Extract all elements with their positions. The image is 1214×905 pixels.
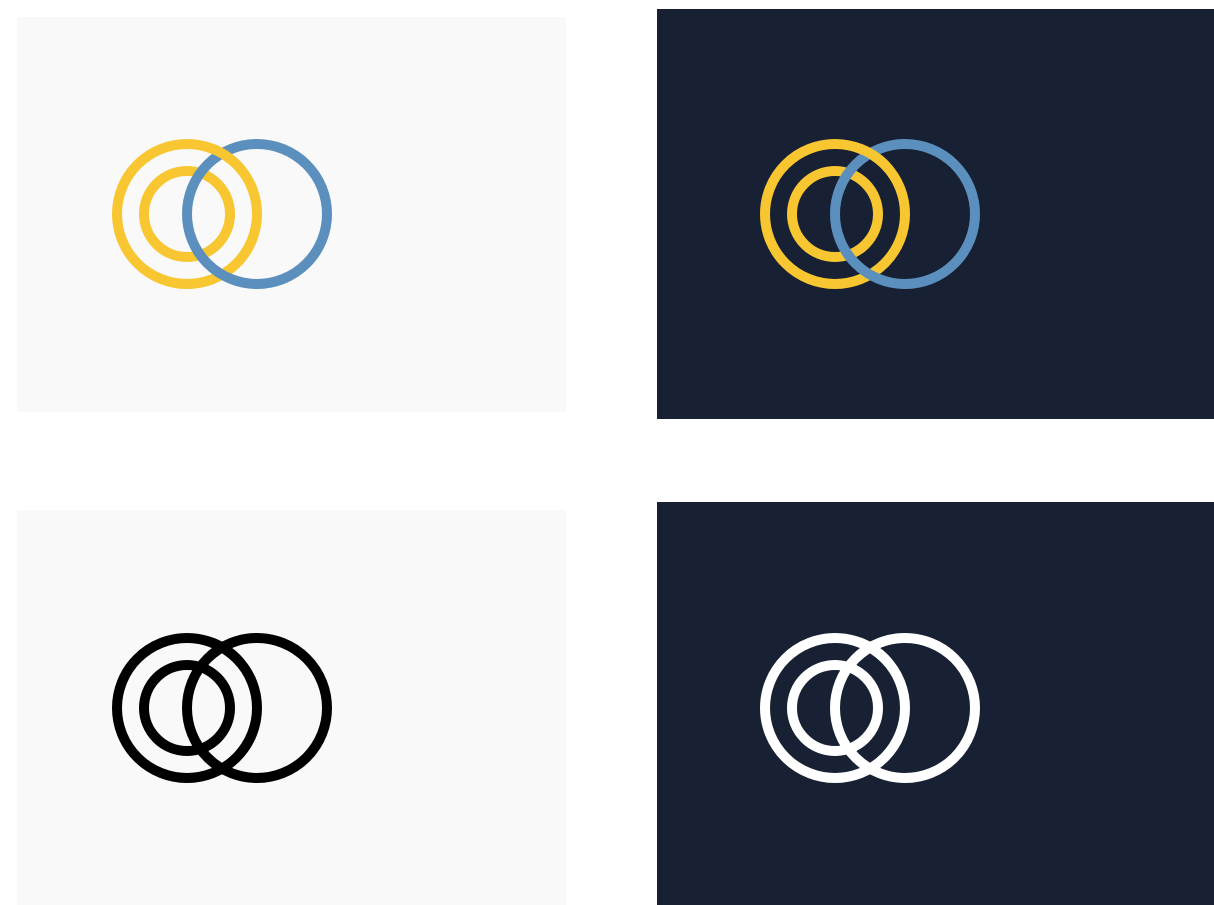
logo-panel-mono-black <box>17 510 566 905</box>
rings-logo-mark <box>760 139 980 289</box>
logo-panel-mono-white <box>657 502 1214 905</box>
rings-logo-mark <box>760 633 980 783</box>
logo-variations-sheet <box>0 0 1214 905</box>
logo-panel-color-light <box>17 17 566 412</box>
rings-logo-mark <box>112 139 332 289</box>
logo-panel-color-dark <box>657 9 1214 419</box>
rings-logo-mark <box>112 633 332 783</box>
